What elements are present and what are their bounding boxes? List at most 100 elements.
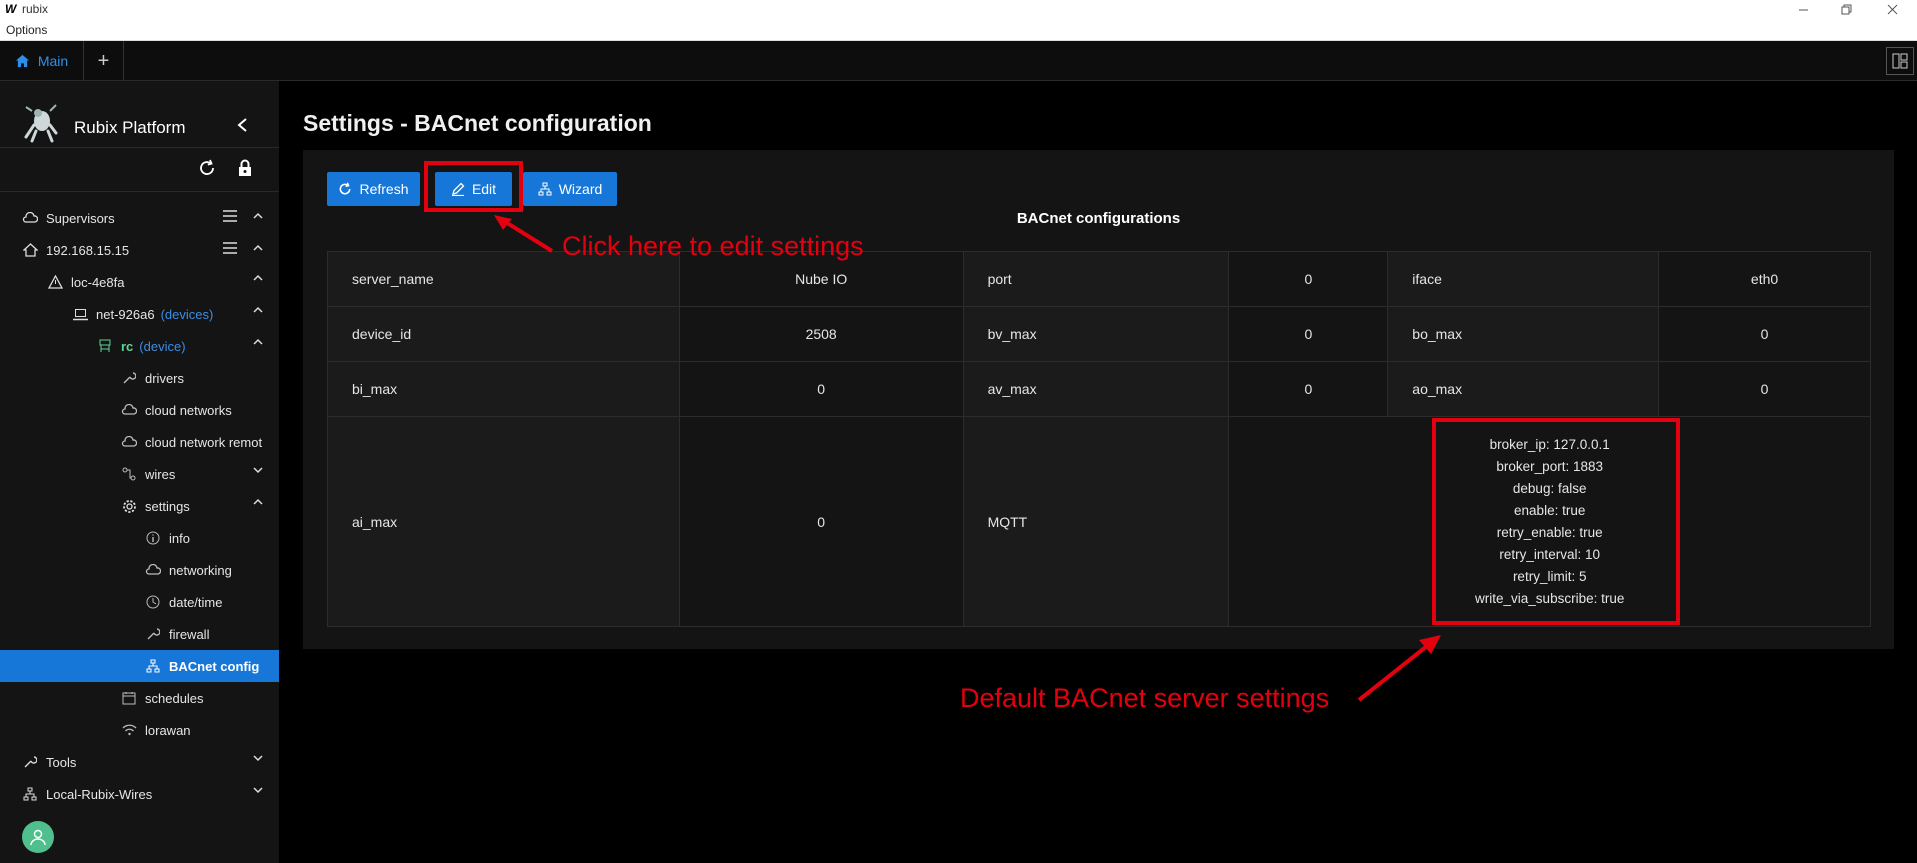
gear-icon — [121, 498, 137, 514]
sidebar-item-label: BACnet config — [169, 658, 260, 674]
layout-toggle-button[interactable] — [1886, 47, 1914, 75]
window-title: rubix — [22, 2, 49, 16]
restore-button[interactable] — [1829, 0, 1863, 19]
divider — [0, 191, 279, 192]
info-icon — [145, 530, 161, 546]
sidebar-item-network[interactable]: net-926a6 (devices) — [0, 298, 279, 330]
sidebar-item-label: cloud networks — [145, 402, 232, 418]
tab-bar: Main + — [0, 41, 1917, 81]
cloud-icon — [121, 434, 137, 450]
layout-icon — [1892, 53, 1908, 69]
cell-value: 0 — [1228, 251, 1389, 307]
sidebar-item-label: lorawan — [145, 722, 191, 738]
cell-value: 0 — [678, 416, 964, 627]
restore-icon — [1841, 4, 1851, 15]
sidebar-item-label: Supervisors — [46, 210, 115, 226]
table-row: device_id 2508 bv_max 0 bo_max 0 — [327, 306, 1871, 362]
edit-arrow-icon — [494, 215, 554, 253]
sidebar-item-wires[interactable]: wires — [0, 458, 279, 490]
cell-key: bi_max — [327, 361, 680, 417]
refresh-icon — [338, 182, 352, 196]
chevron-up-icon[interactable] — [253, 498, 263, 506]
wires-icon — [121, 466, 137, 482]
minimize-icon — [1798, 9, 1808, 11]
user-icon — [30, 829, 46, 846]
device-icon — [97, 338, 113, 354]
sidebar-item-info[interactable]: info — [0, 522, 279, 554]
sidebar-item-supervisors[interactable]: Supervisors — [0, 202, 279, 234]
sidebar-item-label: schedules — [145, 690, 204, 706]
wrench-icon — [145, 626, 161, 642]
sidebar-item-label: loc-4e8fa — [71, 274, 125, 290]
table-row: server_name Nube IO port 0 iface eth0 — [327, 251, 1871, 307]
table-row: bi_max 0 av_max 0 ao_max 0 — [327, 361, 1871, 417]
chevron-up-icon[interactable] — [253, 306, 263, 314]
chevron-down-icon[interactable] — [253, 786, 263, 794]
refresh-button[interactable]: Refresh — [327, 172, 420, 206]
chevron-up-icon[interactable] — [253, 274, 263, 282]
chevron-up-icon[interactable] — [253, 338, 263, 346]
refresh-label: Refresh — [359, 181, 409, 197]
close-button[interactable] — [1875, 0, 1909, 19]
warning-icon — [47, 274, 63, 290]
chevron-up-icon[interactable] — [253, 244, 263, 252]
home-icon — [15, 54, 30, 68]
cell-value: 0 — [1658, 306, 1871, 362]
sidebar-item-datetime[interactable]: date/time — [0, 586, 279, 618]
laptop-icon — [72, 306, 88, 322]
user-avatar[interactable] — [22, 821, 54, 853]
sidebar-item-cloud-network-remote[interactable]: cloud network remot — [0, 426, 279, 458]
wifi-icon — [121, 722, 137, 738]
sidebar-item-bacnet-config[interactable]: BACnet config — [0, 650, 279, 682]
sidebar-item-label: firewall — [169, 626, 210, 642]
edit-highlight-box — [424, 161, 523, 212]
menu-bar: Options — [0, 19, 1917, 41]
menu-icon[interactable] — [223, 242, 237, 254]
menu-icon[interactable] — [223, 210, 237, 222]
tab-main[interactable]: Main — [0, 41, 84, 81]
sidebar-item-cloud-networks[interactable]: cloud networks — [0, 394, 279, 426]
cell-key: bo_max — [1387, 306, 1660, 362]
page-title: Settings - BACnet configuration — [303, 110, 652, 136]
network-tag: (devices) — [160, 306, 214, 322]
sidebar-item-device[interactable]: rc (device) — [0, 330, 279, 362]
sidebar-item-lorawan[interactable]: lorawan — [0, 714, 279, 746]
sidebar-item-location[interactable]: loc-4e8fa — [0, 266, 279, 298]
sidebar-item-label: cloud network remot — [145, 434, 263, 450]
sidebar-item-label: rc — [121, 338, 134, 354]
sidebar-item-schedules[interactable]: schedules — [0, 682, 279, 714]
lock-icon[interactable] — [237, 159, 253, 177]
sidebar: Rubix Platform Supervisors 192.168.15.15 — [0, 81, 279, 863]
device-tag: (device) — [139, 338, 186, 354]
wrench-icon — [22, 754, 38, 770]
sidebar-item-host[interactable]: 192.168.15.15 — [0, 234, 279, 266]
sidebar-item-settings[interactable]: settings — [0, 490, 279, 522]
brand: Rubix Platform — [0, 81, 279, 147]
sidebar-item-label: wires — [145, 466, 176, 482]
close-icon — [1887, 4, 1897, 15]
sidebar-item-firewall[interactable]: firewall — [0, 618, 279, 650]
sidebar-item-networking[interactable]: networking — [0, 554, 279, 586]
sidebar-item-tools[interactable]: Tools — [0, 746, 279, 778]
add-tab-button[interactable]: + — [84, 41, 124, 81]
sidebar-item-label: date/time — [169, 594, 223, 610]
wizard-button[interactable]: Wizard — [523, 172, 617, 206]
cloud-icon — [22, 210, 38, 226]
home-icon — [22, 242, 38, 258]
cell-key: bv_max — [962, 306, 1230, 362]
cloud-icon — [121, 402, 137, 418]
refresh-icon[interactable] — [198, 159, 216, 177]
chevron-down-icon[interactable] — [253, 466, 263, 474]
brand-name: Rubix Platform — [74, 118, 186, 137]
wrench-icon — [121, 370, 137, 386]
minimize-button[interactable] — [1786, 0, 1820, 19]
window-titlebar: W rubix — [0, 0, 1917, 19]
chevron-up-icon[interactable] — [253, 212, 263, 220]
sidebar-item-label: Tools — [46, 754, 77, 770]
sidebar-item-drivers[interactable]: drivers — [0, 362, 279, 394]
chevron-down-icon[interactable] — [253, 754, 263, 762]
collapse-sidebar-icon[interactable] — [236, 117, 250, 133]
cell-value: 0 — [1228, 306, 1389, 362]
sidebar-item-local-rubix-wires[interactable]: Local-Rubix-Wires — [0, 778, 279, 810]
menu-options[interactable]: Options — [6, 23, 47, 37]
